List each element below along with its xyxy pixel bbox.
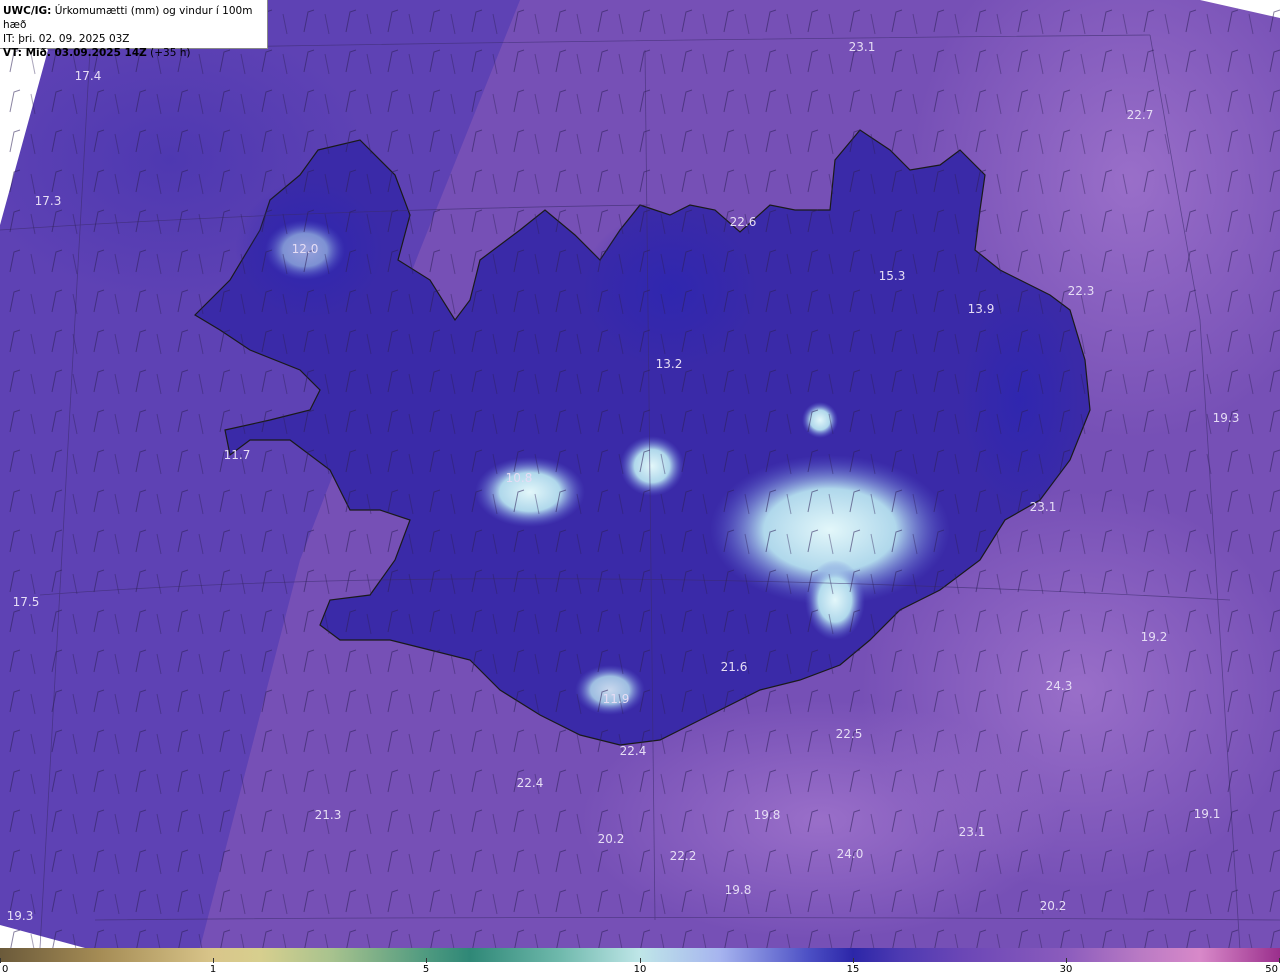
value-label: 19.1	[1194, 807, 1221, 821]
header-title: UWC/IG: Úrkomumætti (mm) og vindur í 100…	[3, 5, 253, 31]
colorbar-tick-label: 10	[633, 964, 647, 975]
value-label: 17.4	[75, 69, 102, 83]
value-label: 22.6	[730, 215, 757, 229]
value-label: 17.3	[35, 194, 62, 208]
value-label: 24.3	[1046, 679, 1073, 693]
value-label: 23.1	[959, 825, 986, 839]
value-label: 24.0	[837, 847, 864, 861]
value-label: 22.5	[836, 727, 863, 741]
value-label: 17.5	[13, 595, 40, 609]
forecast-map: 23.1 17.4 22.7 17.3 22.6 12.0 15.3 22.3 …	[0, 0, 1280, 948]
colorbar-tick-label: 30	[1059, 964, 1073, 975]
value-label: 22.4	[517, 776, 544, 790]
colorbar-tick-label: 5	[422, 964, 430, 975]
map-header: UWC/IG: Úrkomumætti (mm) og vindur í 100…	[0, 0, 268, 59]
value-label: 11.7	[224, 448, 251, 462]
value-label: 23.1	[849, 40, 876, 54]
value-label: 20.2	[598, 832, 625, 846]
colorbar-tick-label: 0	[2, 964, 9, 975]
value-label: 22.3	[1068, 284, 1095, 298]
value-label: 19.2	[1141, 630, 1168, 644]
colorbar: 0 1 5 10 15 30 50	[0, 948, 1280, 978]
value-label: 11.9	[603, 692, 630, 706]
value-label: 22.4	[620, 744, 647, 758]
value-label: 19.3	[7, 909, 34, 923]
header-init-time: IT: þri. 02. 09. 2025 03Z	[3, 33, 130, 45]
value-label: 19.3	[1213, 411, 1240, 425]
value-label: 22.2	[670, 849, 697, 863]
value-label: 23.1	[1030, 500, 1057, 514]
value-label: 20.2	[1040, 899, 1067, 913]
header-valid-time: VT: Mið. 03.09.2025 14Z (+35 h)	[3, 47, 191, 59]
value-label: 13.9	[968, 302, 995, 316]
value-label: 21.3	[315, 808, 342, 822]
value-label: 15.3	[879, 269, 906, 283]
value-label: 19.8	[754, 808, 781, 822]
value-label: 12.0	[292, 242, 319, 256]
colorbar-tick-label: 15	[846, 964, 860, 975]
value-label: 13.2	[656, 357, 683, 371]
colorbar-tick-label: 1	[209, 964, 217, 975]
wind-barbs	[0, 0, 1280, 948]
colorbar-tick-label: 50	[1265, 964, 1278, 975]
value-label: 22.7	[1127, 108, 1154, 122]
value-label: 19.8	[725, 883, 752, 897]
map-canvas: 23.1 17.4 22.7 17.3 22.6 12.0 15.3 22.3 …	[0, 0, 1280, 948]
value-label: 21.6	[721, 660, 748, 674]
value-label: 10.8	[506, 471, 533, 485]
